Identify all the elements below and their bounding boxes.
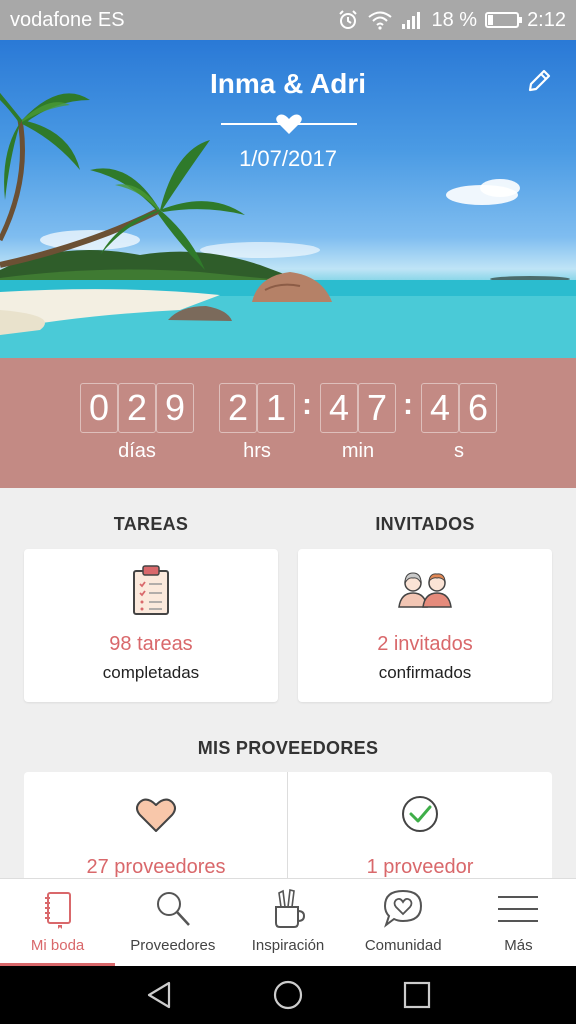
hours-digits: 2 1: [219, 383, 295, 433]
menu-icon: [498, 896, 539, 922]
battery-percentage: 18 %: [431, 8, 478, 31]
nav-proveedores[interactable]: Proveedores: [115, 879, 230, 966]
days-digit: 9: [156, 383, 194, 433]
seconds-digit: 6: [459, 383, 497, 433]
status-bar: vodafone ES 18 % 2:12: [0, 0, 576, 40]
seconds-label: s: [454, 440, 464, 462]
couple-guests-icon: [398, 572, 452, 608]
nav-label: Más: [504, 937, 533, 954]
hired-providers-count: 1 proveedor: [366, 856, 474, 878]
clipboard-checklist-icon: [133, 565, 169, 615]
nav-mas[interactable]: Más: [461, 879, 576, 966]
minutes-digit: 7: [358, 383, 396, 433]
guests-card[interactable]: 2 invitados confirmados: [298, 549, 552, 702]
wedding-date: 1/07/2017: [239, 146, 337, 171]
recents-icon[interactable]: [402, 980, 432, 1010]
tasks-section-title: TAREAS: [113, 514, 189, 534]
pencil-cup-icon: [275, 889, 306, 928]
guests-subtitle: confirmados: [378, 663, 472, 682]
providers-card: 27 proveedores 1 proveedor: [24, 772, 552, 892]
hours-digit: 2: [219, 383, 257, 433]
carrier-label: vodafone ES: [10, 8, 125, 31]
couple-name: Inma & Adri: [209, 68, 367, 99]
nav-inspiracion[interactable]: Inspiración: [230, 879, 345, 966]
signal-icon: [401, 10, 423, 30]
minutes-label: min: [341, 440, 375, 462]
guests-count: 2 invitados: [377, 633, 473, 655]
nav-label: Mi boda: [30, 937, 85, 954]
wifi-icon: [367, 10, 393, 30]
heart-divider-icon: [221, 114, 357, 134]
status-indicators: 18 % 2:12: [337, 9, 566, 32]
minutes-digits: 4 7: [320, 383, 396, 433]
alarm-icon: [337, 9, 359, 31]
days-digits: 0 2 9: [80, 383, 194, 433]
tasks-card[interactable]: 98 tareas completadas: [24, 549, 278, 702]
heart-chat-icon: [384, 889, 423, 928]
home-icon[interactable]: [273, 980, 303, 1010]
system-navigation-bar: [0, 966, 576, 1024]
days-label: días: [118, 440, 156, 462]
time-separator: :: [403, 388, 413, 421]
seconds-digits: 4 6: [421, 383, 497, 433]
nav-label: Inspiración: [251, 937, 325, 954]
heart-icon: [136, 798, 176, 832]
nav-mi-boda[interactable]: Mi boda: [0, 879, 115, 966]
tasks-subtitle: completadas: [102, 663, 200, 682]
hired-providers-tile[interactable]: 1 proveedor: [288, 772, 552, 892]
nav-comunidad[interactable]: Comunidad: [346, 879, 461, 966]
countdown-panel: 0 2 9 2 1 : 4 7 : 4 6 días hrs min s: [0, 358, 576, 488]
guests-section-title: INVITADOS: [375, 514, 475, 534]
battery-fill: [488, 15, 494, 25]
notebook-icon: [44, 892, 71, 929]
screen: vodafone ES 18 % 2:12 Inma & Adri 1/07/2…: [0, 0, 576, 1024]
nav-label: Comunidad: [364, 937, 442, 954]
saved-providers-count: 27 proveedores: [86, 856, 226, 878]
days-digit: 2: [118, 383, 156, 433]
saved-providers-tile[interactable]: 27 proveedores: [24, 772, 288, 892]
hours-digit: 1: [257, 383, 295, 433]
battery-icon: [485, 12, 523, 28]
bottom-navigation: Mi boda Proveedores Inspiración Comunida…: [0, 878, 576, 966]
hours-label: hrs: [243, 440, 271, 462]
time-separator: :: [302, 388, 312, 421]
back-icon[interactable]: [144, 980, 174, 1010]
tasks-count: 98 tareas: [109, 633, 193, 655]
hero-banner: Inma & Adri 1/07/2017: [0, 40, 576, 358]
check-circle-icon: [402, 796, 438, 832]
clock: 2:12: [527, 8, 566, 31]
nav-label: Proveedores: [130, 937, 216, 954]
seconds-digit: 4: [421, 383, 459, 433]
providers-section-title: MIS PROVEEDORES: [197, 738, 379, 758]
minutes-digit: 4: [320, 383, 358, 433]
days-digit: 0: [80, 383, 118, 433]
edit-pencil-icon[interactable]: [524, 66, 554, 96]
search-icon: [156, 892, 190, 926]
